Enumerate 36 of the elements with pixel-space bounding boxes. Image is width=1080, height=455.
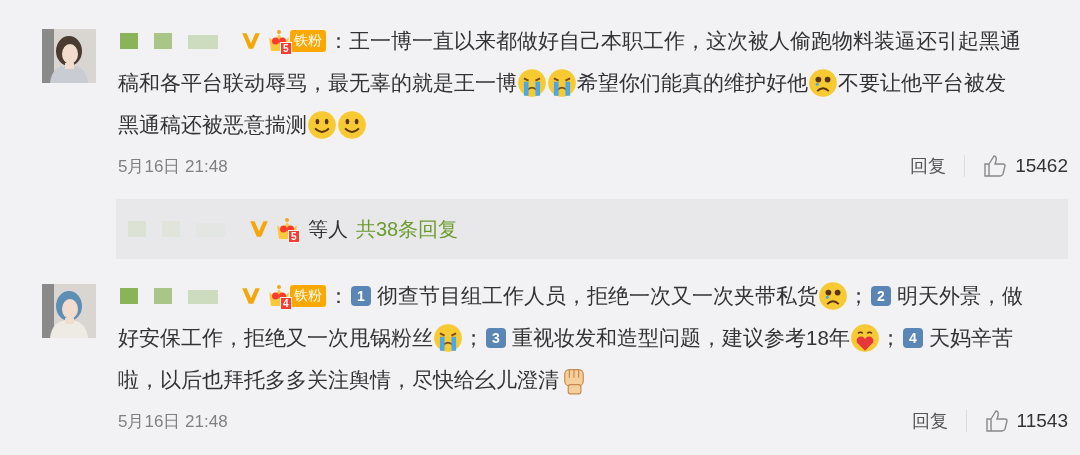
comment-text: 明天外景，做 bbox=[897, 283, 1023, 309]
smiling-face-icon bbox=[337, 110, 367, 140]
thumbs-up-icon[interactable] bbox=[984, 409, 1009, 433]
comment-text: ： bbox=[328, 283, 349, 309]
crying-face-icon bbox=[547, 68, 577, 98]
comment-text: ：王一博一直以来都做好自己本职工作，这次被人偷跑物料装逼还引起黑通 bbox=[328, 28, 1021, 54]
comment-text: 不要让他平台被发 bbox=[838, 70, 1006, 96]
comment-text: 好安保工作，拒绝又一次甩锅粉丝 bbox=[118, 325, 433, 351]
thumbs-up-icon[interactable] bbox=[983, 154, 1008, 178]
number-keycap: 3 bbox=[486, 328, 506, 348]
sad-face-icon bbox=[808, 68, 838, 98]
sad-face-icon bbox=[818, 281, 848, 311]
reply-button[interactable]: 回复 bbox=[911, 409, 948, 433]
crying-face-icon bbox=[517, 68, 547, 98]
number-keycap: 2 bbox=[871, 286, 891, 306]
replier-suffix: 等人 bbox=[308, 216, 348, 242]
comment-time: 5月16日 21:48 bbox=[118, 410, 228, 433]
heart-hug-face-icon bbox=[849, 323, 880, 353]
comment-text: ； bbox=[463, 325, 484, 351]
smiling-face-icon bbox=[307, 110, 337, 140]
comment-text: ； bbox=[879, 325, 901, 351]
number-keycap: 4 bbox=[902, 328, 923, 348]
comment-text: 彻查节目组工作人员，拒绝一次又一次夹带私货 bbox=[377, 283, 818, 309]
crying-face-icon bbox=[433, 323, 463, 353]
reply-button[interactable]: 回复 bbox=[910, 154, 947, 178]
like-count: 15462 bbox=[1015, 155, 1068, 177]
comment-text: 稿和各平台联动辱骂，最无辜的就是王一博 bbox=[118, 70, 517, 96]
like-count: 11543 bbox=[1016, 410, 1068, 432]
comment-text: ； bbox=[848, 283, 869, 309]
comment-text: 希望你们能真的维护好他 bbox=[577, 70, 808, 96]
number-keycap: 1 bbox=[351, 286, 371, 306]
comment-text: 重视妆发和造型问题，建议参考18年 bbox=[512, 325, 850, 351]
comment-text: 黑通稿还被恶意揣测 bbox=[118, 112, 307, 138]
comment-time: 5月16日 21:48 bbox=[118, 155, 228, 178]
comment-text: 天妈辛苦 bbox=[928, 325, 1013, 351]
comment-text: 啦，以后也拜托多多关注舆情，尽快给幺儿澄清 bbox=[118, 367, 559, 393]
